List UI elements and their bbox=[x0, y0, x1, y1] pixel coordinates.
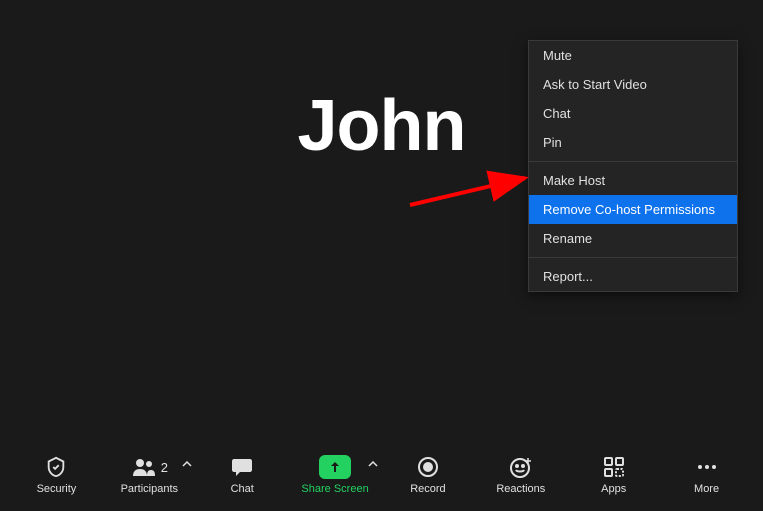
chevron-up-icon[interactable] bbox=[368, 461, 378, 467]
more-button[interactable]: More bbox=[672, 455, 742, 495]
reactions-icon bbox=[509, 455, 533, 479]
more-icon bbox=[696, 455, 718, 479]
record-label: Record bbox=[410, 483, 445, 495]
apps-button[interactable]: Apps bbox=[579, 455, 649, 495]
menu-item-mute[interactable]: Mute bbox=[529, 41, 737, 70]
reactions-button[interactable]: Reactions bbox=[486, 455, 556, 495]
participants-label: Participants bbox=[121, 483, 178, 495]
chat-icon bbox=[231, 455, 253, 479]
share-screen-button[interactable]: Share Screen bbox=[300, 455, 370, 495]
menu-divider bbox=[529, 257, 737, 258]
security-label: Security bbox=[37, 483, 77, 495]
apps-icon bbox=[603, 455, 625, 479]
apps-label: Apps bbox=[601, 483, 626, 495]
shield-icon bbox=[45, 455, 67, 479]
reactions-label: Reactions bbox=[496, 483, 545, 495]
chat-label: Chat bbox=[231, 483, 254, 495]
share-screen-icon bbox=[319, 455, 351, 479]
menu-item-pin[interactable]: Pin bbox=[529, 128, 737, 157]
meeting-toolbar: Security 2 Participants Chat bbox=[0, 439, 763, 511]
participants-count: 2 bbox=[161, 460, 168, 475]
menu-item-remove-cohost[interactable]: Remove Co-host Permissions bbox=[529, 195, 737, 224]
menu-item-rename[interactable]: Rename bbox=[529, 224, 737, 253]
participant-display-name: John bbox=[298, 85, 466, 167]
record-button[interactable]: Record bbox=[393, 455, 463, 495]
security-button[interactable]: Security bbox=[21, 455, 91, 495]
more-label: More bbox=[694, 483, 719, 495]
menu-item-chat[interactable]: Chat bbox=[529, 99, 737, 128]
menu-divider bbox=[529, 161, 737, 162]
share-screen-label: Share Screen bbox=[301, 483, 368, 495]
menu-item-ask-start-video[interactable]: Ask to Start Video bbox=[529, 70, 737, 99]
participant-context-menu: Mute Ask to Start Video Chat Pin Make Ho… bbox=[528, 40, 738, 292]
participants-icon: 2 bbox=[131, 455, 168, 479]
menu-item-make-host[interactable]: Make Host bbox=[529, 166, 737, 195]
chevron-up-icon[interactable] bbox=[182, 461, 192, 467]
menu-item-report[interactable]: Report... bbox=[529, 262, 737, 291]
record-icon bbox=[417, 455, 439, 479]
chat-button[interactable]: Chat bbox=[207, 455, 277, 495]
participants-button[interactable]: 2 Participants bbox=[114, 455, 184, 495]
